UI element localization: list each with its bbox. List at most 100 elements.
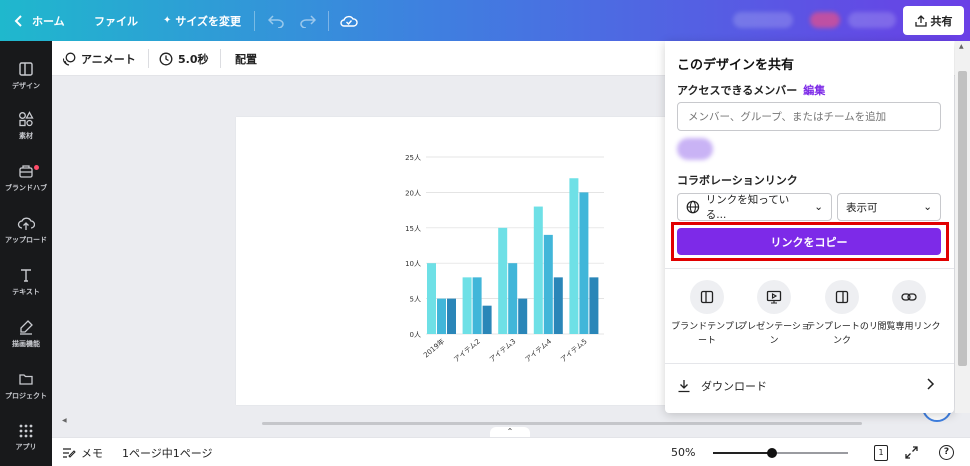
share-button[interactable]: 共有 <box>903 6 964 35</box>
undo-button[interactable] <box>268 0 284 41</box>
sidebar-item-label: ブランドハブ <box>5 184 47 192</box>
zoom-slider-handle[interactable] <box>767 448 778 458</box>
brand-template-option[interactable]: ブランドテンプレート <box>671 280 743 348</box>
collab-link-label: コラボレーションリンク <box>677 174 798 187</box>
panel-vertical-scrollbar[interactable]: ▲ <box>955 41 970 413</box>
cloud-save-button[interactable] <box>340 0 358 41</box>
page-info: 1ページ中1ページ <box>122 438 213 466</box>
folder-icon <box>19 374 33 385</box>
fullscreen-button[interactable] <box>905 438 918 466</box>
presentation-icon <box>766 290 782 304</box>
scroll-up-arrow-icon[interactable]: ▲ <box>959 43 964 50</box>
sidebar-item-design[interactable]: デザイン <box>0 51 52 101</box>
link-scope-select[interactable]: リンクを知っている... ⌄ <box>677 193 832 221</box>
sidebar-item-apps[interactable]: アプリ <box>0 413 52 463</box>
zoom-slider-fill <box>713 452 773 454</box>
brand-template-button[interactable] <box>690 280 724 314</box>
template-link-option[interactable]: テンプレートのリンク <box>806 280 878 348</box>
layout-icon <box>19 62 33 76</box>
template-link-button[interactable] <box>825 280 859 314</box>
x-tick-label: アイテム5 <box>559 337 588 364</box>
x-tick-label: アイテム2 <box>452 337 481 364</box>
view-only-link-button[interactable] <box>892 280 926 314</box>
y-tick-label: 10人 <box>405 260 421 268</box>
chevron-right-icon <box>927 378 935 390</box>
globe-icon <box>686 200 700 214</box>
permission-select[interactable]: 表示可 ⌄ <box>837 193 941 221</box>
bottom-bar: メモ 1ページ中1ページ 50% 1 ? <box>52 437 970 466</box>
zoom-level[interactable]: 50% <box>671 438 695 466</box>
sidebar-item-text[interactable]: テキスト <box>0 257 52 307</box>
panel-divider <box>665 268 954 269</box>
chart-bar <box>553 277 563 334</box>
animate-button[interactable]: アニメート <box>62 41 136 76</box>
x-tick-label: アイテム3 <box>488 337 517 364</box>
share-panel: このデザインを共有 アクセスできるメンバー編集 コラボレーションリンク リンクを… <box>665 41 954 413</box>
zoom-label: 50% <box>671 446 696 459</box>
help-button[interactable]: ? <box>939 438 954 466</box>
sidebar-item-projects[interactable]: プロジェクト <box>0 361 52 411</box>
design-page[interactable]: 0人 5人 10人 15人 20人 25人 2019年 アイテム2 アイテム3 アイテム4 アイテム… <box>236 117 676 405</box>
redo-button[interactable] <box>300 0 316 41</box>
sidebar-item-draw[interactable]: 描画機能 <box>0 309 52 359</box>
show-pages-toggle[interactable]: ⌃ <box>490 427 530 437</box>
chart-bar <box>533 206 543 334</box>
expand-icon <box>905 446 918 459</box>
notes-label: メモ <box>81 446 103 460</box>
sidebar-item-brand-hub[interactable]: ブランドハブ <box>0 153 52 203</box>
add-people-input[interactable] <box>677 102 941 131</box>
chevron-down-icon: ⌄ <box>814 201 823 213</box>
sidebar-item-uploads[interactable]: アップロード <box>0 205 52 255</box>
scroll-left-arrow-icon[interactable]: ◀ <box>62 417 67 424</box>
home-button[interactable]: ホーム <box>14 0 65 41</box>
file-menu-button[interactable]: ファイル <box>94 0 138 41</box>
chart-bar <box>427 263 436 334</box>
sidebar-item-elements[interactable]: 素材 <box>0 101 52 151</box>
chart-bar <box>569 178 579 334</box>
chart-bar <box>579 192 589 334</box>
file-label: ファイル <box>94 14 138 28</box>
brand-hub-icon <box>19 165 33 178</box>
horizontal-scroll-thumb[interactable] <box>262 422 862 425</box>
blurred-user-name <box>733 12 793 28</box>
bar-chart[interactable]: 0人 5人 10人 15人 20人 25人 2019年 アイテム2 アイテム3 アイテム4 アイテム… <box>236 117 676 405</box>
option-label: 閲覧専用リンク <box>877 322 941 332</box>
duration-button[interactable]: 5.0秒 <box>159 41 209 76</box>
resize-label: サイズを変更 <box>175 14 242 28</box>
chart-bar <box>462 277 472 334</box>
duration-label: 5.0秒 <box>178 52 209 66</box>
presentation-option[interactable]: プレゼンテーション <box>738 280 810 348</box>
blurred-user-info <box>848 12 896 28</box>
chart-bar <box>447 298 456 334</box>
position-button[interactable]: 配置 <box>235 41 257 76</box>
sidebar-item-label: テキスト <box>12 288 40 296</box>
sidebar-item-label: アプリ <box>15 443 37 451</box>
edit-access-link[interactable]: 編集 <box>803 84 825 97</box>
vertical-scroll-thumb[interactable] <box>958 71 967 366</box>
link-scope-value: リンクを知っている... <box>705 194 790 221</box>
draw-icon <box>20 320 33 335</box>
sidebar-item-label: デザイン <box>12 82 40 90</box>
chart-bar <box>589 277 599 334</box>
sidebar-item-label: アップロード <box>5 236 47 244</box>
blurred-avatar <box>810 12 840 28</box>
brand-template-icon <box>700 290 714 304</box>
presentation-button[interactable] <box>757 280 791 314</box>
chart-bar <box>508 263 518 334</box>
y-tick-label: 0人 <box>410 331 421 339</box>
page-count-button[interactable]: 1 <box>874 438 888 466</box>
download-row[interactable]: ダウンロード <box>677 371 941 401</box>
horizontal-scrollbar[interactable]: ◀ <box>62 417 942 426</box>
notes-button[interactable]: メモ <box>62 438 103 466</box>
zoom-slider[interactable] <box>713 448 848 458</box>
apps-icon <box>19 424 33 438</box>
toolbar-divider <box>254 11 255 31</box>
panel-divider <box>665 363 954 364</box>
resize-button[interactable]: ✦ サイズを変更 <box>163 0 241 41</box>
toolbar-divider <box>148 49 149 68</box>
download-label: ダウンロード <box>701 380 767 393</box>
notification-dot <box>34 165 39 170</box>
view-only-link-option[interactable]: 閲覧専用リンク <box>874 280 944 334</box>
sparkle-icon: ✦ <box>163 15 172 26</box>
chevron-left-icon <box>14 14 22 27</box>
